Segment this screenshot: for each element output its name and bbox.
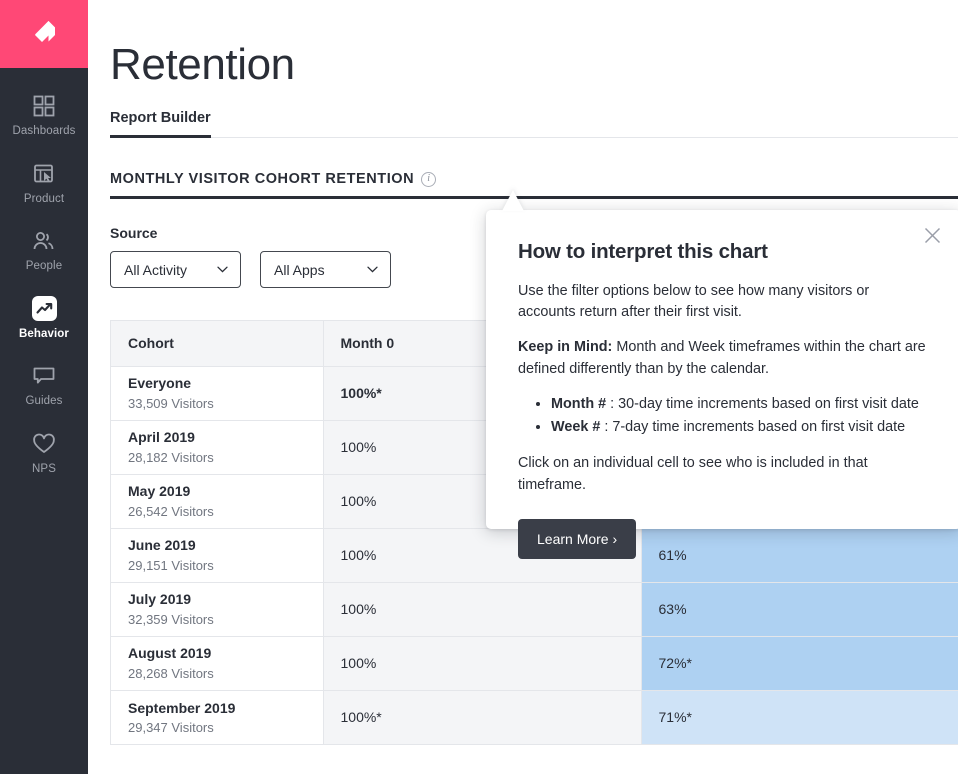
cohort-visitor-count: 29,151 Visitors	[128, 558, 323, 573]
cohort-name: April 2019	[128, 429, 323, 447]
cohort-visitor-count: 32,359 Visitors	[128, 612, 323, 627]
chevron-down-icon	[367, 266, 378, 273]
cohort-name: May 2019	[128, 483, 323, 501]
section-divider	[110, 196, 958, 199]
cohort-name: Everyone	[128, 375, 323, 393]
cohort-name: August 2019	[128, 645, 323, 663]
cell-month-1[interactable]: 63%	[641, 582, 958, 636]
source-activity-select[interactable]: All Activity	[110, 251, 241, 288]
keep-in-mind-label: Keep in Mind:	[518, 339, 612, 355]
trending-up-icon	[31, 296, 57, 322]
cohort-visitor-count: 29,347 Visitors	[128, 720, 323, 735]
source-select-row: All Activity All Apps	[110, 251, 391, 288]
list-item: Month # : 30-day time increments based o…	[551, 394, 929, 416]
cell-cohort[interactable]: September 2019 29,347 Visitors	[111, 690, 323, 744]
sidebar-nav: Dashboards Product	[0, 68, 88, 487]
cohort-name: September 2019	[128, 700, 323, 718]
main-content: Retention Report Builder MONTHLY VISITOR…	[88, 0, 958, 774]
people-icon	[31, 228, 57, 254]
source-apps-value: All Apps	[274, 262, 325, 278]
page-title: Retention	[110, 42, 958, 88]
sidebar-item-nps[interactable]: NPS	[0, 420, 88, 488]
section-title: MONTHLY VISITOR COHORT RETENTION	[110, 171, 414, 187]
sidebar-item-product[interactable]: Product	[0, 150, 88, 218]
tab-bar: Report Builder	[110, 108, 958, 138]
cell-month-0[interactable]: 100%	[323, 582, 641, 636]
cohort-visitor-count: 28,182 Visitors	[128, 450, 323, 465]
sidebar-item-label: Guides	[25, 396, 62, 408]
source-label: Source	[110, 225, 391, 241]
heart-icon	[31, 431, 57, 457]
cell-cohort[interactable]: August 2019 28,268 Visitors	[111, 636, 323, 690]
bullet-term: Week #	[551, 419, 600, 435]
close-x-icon[interactable]	[921, 224, 943, 246]
sidebar-item-people[interactable]: People	[0, 217, 88, 285]
primary-sidebar: Dashboards Product	[0, 0, 88, 774]
cell-month-1[interactable]: 72%*	[641, 636, 958, 690]
sidebar-item-label: NPS	[32, 464, 56, 476]
cohort-visitor-count: 33,509 Visitors	[128, 396, 323, 411]
source-activity-value: All Activity	[124, 262, 187, 278]
sidebar-item-behavior[interactable]: Behavior	[0, 285, 88, 353]
speech-bubble-icon	[31, 363, 57, 389]
source-apps-select[interactable]: All Apps	[260, 251, 391, 288]
sidebar-item-guides[interactable]: Guides	[0, 352, 88, 420]
cohort-visitor-count: 28,268 Visitors	[128, 666, 323, 681]
bullet-desc: : 30-day time increments based on first …	[606, 396, 919, 412]
cohort-name: July 2019	[128, 591, 323, 609]
popover-heading: How to interpret this chart	[518, 240, 929, 264]
source-filter-group: Source All Activity All Apps	[110, 225, 391, 288]
popover-paragraph-1: Use the filter options below to see how …	[518, 281, 929, 323]
cell-month-1[interactable]: 71%*	[641, 690, 958, 744]
list-item: Week # : 7-day time increments based on …	[551, 417, 929, 439]
table-row: August 2019 28,268 Visitors100%72%*	[111, 636, 958, 690]
table-row: September 2019 29,347 Visitors100%*71%*	[111, 690, 958, 744]
sidebar-item-dashboards[interactable]: Dashboards	[0, 82, 88, 150]
chevron-down-icon	[217, 266, 228, 273]
cell-month-0[interactable]: 100%*	[323, 690, 641, 744]
cell-cohort[interactable]: June 2019 29,151 Visitors	[111, 528, 323, 582]
product-cursor-icon	[31, 161, 57, 187]
popover-bullet-list: Month # : 30-day time increments based o…	[537, 394, 929, 439]
cell-cohort[interactable]: Everyone 33,509 Visitors	[111, 366, 323, 420]
learn-more-button[interactable]: Learn More ›	[518, 519, 636, 559]
cell-month-0[interactable]: 100%	[323, 636, 641, 690]
pendo-logo-icon	[27, 17, 61, 51]
info-circle-icon[interactable]: i	[421, 172, 436, 187]
popover-caret	[502, 190, 524, 211]
table-row: July 2019 32,359 Visitors100%63%	[111, 582, 958, 636]
app-root: Dashboards Product	[0, 0, 958, 774]
bullet-desc: : 7-day time increments based on first v…	[600, 419, 905, 435]
popover-paragraph-2: Click on an individual cell to see who i…	[518, 453, 929, 495]
tab-report-builder[interactable]: Report Builder	[110, 110, 211, 138]
bullet-term: Month #	[551, 396, 606, 412]
sidebar-item-label: People	[26, 261, 62, 273]
sidebar-item-label: Dashboards	[12, 126, 75, 138]
popover-keep-in-mind: Keep in Mind: Month and Week timeframes …	[518, 337, 929, 379]
sidebar-item-label: Product	[24, 194, 64, 206]
cell-cohort[interactable]: April 2019 28,182 Visitors	[111, 420, 323, 474]
column-header-cohort[interactable]: Cohort	[111, 321, 323, 366]
grid-icon	[31, 93, 57, 119]
app-logo[interactable]	[0, 0, 88, 68]
section-header: MONTHLY VISITOR COHORT RETENTION i	[110, 171, 958, 187]
cell-cohort[interactable]: May 2019 26,542 Visitors	[111, 474, 323, 528]
cohort-visitor-count: 26,542 Visitors	[128, 504, 323, 519]
how-to-interpret-popover: How to interpret this chart Use the filt…	[486, 210, 958, 529]
cohort-name: June 2019	[128, 537, 323, 555]
sidebar-item-label: Behavior	[19, 329, 69, 341]
cell-cohort[interactable]: July 2019 32,359 Visitors	[111, 582, 323, 636]
